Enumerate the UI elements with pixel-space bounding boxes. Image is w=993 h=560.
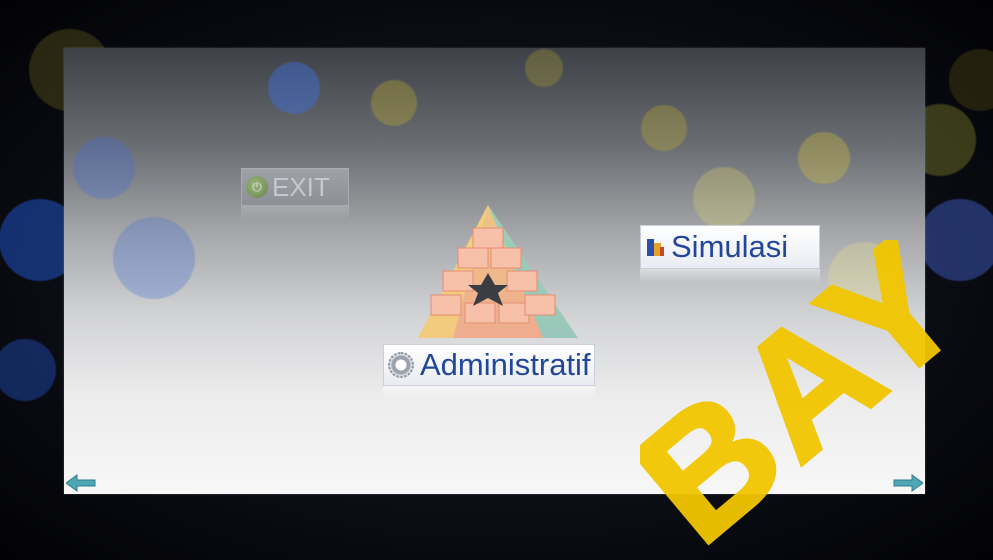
arrow-left-icon[interactable]	[66, 474, 96, 492]
simulasi-button-reflection	[640, 269, 820, 283]
chart-icon	[647, 237, 665, 257]
power-icon: ⏻	[246, 176, 268, 198]
exit-button[interactable]: ⏻ EXIT	[241, 168, 349, 206]
administratif-button[interactable]: Administratif	[383, 344, 595, 386]
app-screen: ⏻ EXIT Simulasi Administratif BAY	[0, 0, 993, 560]
administratif-label: Administratif	[420, 347, 591, 382]
administratif-button-reflection	[383, 386, 595, 400]
impossible-pyramid-logo	[418, 205, 578, 338]
exit-button-reflection	[241, 206, 349, 220]
simulasi-button[interactable]: Simulasi	[640, 225, 820, 269]
exit-label: EXIT	[272, 171, 330, 202]
gear-icon	[388, 352, 414, 378]
arrow-right-icon[interactable]	[893, 474, 923, 492]
simulasi-label: Simulasi	[671, 229, 789, 264]
